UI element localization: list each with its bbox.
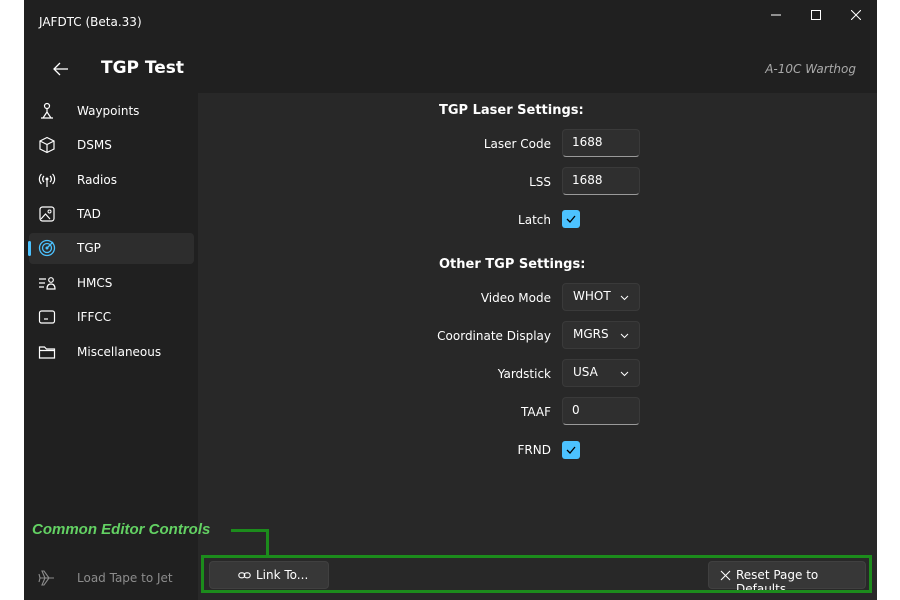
app-window: JAFDTC (Beta.33) TGP Test A-10C Warthog … <box>24 0 877 600</box>
annotation-label: Common Editor Controls <box>32 521 211 538</box>
latch-checkbox[interactable] <box>562 210 580 228</box>
sidebar-item-miscellaneous[interactable]: Miscellaneous <box>29 337 194 368</box>
folder-icon <box>38 346 56 359</box>
display-icon <box>38 310 56 324</box>
image-icon <box>39 206 55 222</box>
taaf-field[interactable]: 0 <box>562 397 640 425</box>
lss-field[interactable]: 1688 <box>562 167 640 195</box>
airplane-icon <box>38 570 54 586</box>
antenna-icon <box>38 173 56 187</box>
sidebar-item-iffcc[interactable]: IFFCC <box>29 302 194 333</box>
maximize-icon <box>811 10 821 20</box>
coordinate-display-value: MGRS <box>573 327 609 341</box>
minimize-icon <box>771 14 781 16</box>
yardstick-value: USA <box>573 365 598 379</box>
sidebar-item-dsms[interactable]: DSMS <box>29 130 194 161</box>
coordinate-display-label: Coordinate Display <box>437 329 551 343</box>
page-title: TGP Test <box>101 58 185 78</box>
sidebar-item-radios[interactable]: Radios <box>29 165 194 196</box>
app-title: JAFDTC (Beta.33) <box>39 15 142 29</box>
taaf-label: TAAF <box>520 405 551 419</box>
sidebar-item-label: Waypoints <box>77 104 140 118</box>
selection-indicator <box>28 241 31 256</box>
target-icon <box>38 239 56 257</box>
sidebar-item-label: Miscellaneous <box>77 345 162 359</box>
annotation-connector <box>231 529 269 532</box>
waypoint-person-icon <box>41 102 53 119</box>
sidebar-item-tgp[interactable]: TGP <box>28 233 194 264</box>
sidebar-item-label: IFFCC <box>77 310 112 324</box>
back-arrow-icon <box>53 62 68 76</box>
chevron-down-icon <box>620 295 629 301</box>
yardstick-label: Yardstick <box>497 367 551 381</box>
other-section-title: Other TGP Settings: <box>439 257 586 272</box>
video-mode-label: Video Mode <box>480 291 551 305</box>
sidebar-item-tad[interactable]: TAD <box>29 199 194 230</box>
sidebar-item-waypoints[interactable]: Waypoints <box>29 96 194 127</box>
back-button[interactable] <box>48 56 74 82</box>
sidebar-item-label: Radios <box>77 173 117 187</box>
laser-code-field[interactable]: 1688 <box>562 129 640 157</box>
laser-section-title: TGP Laser Settings: <box>439 103 584 118</box>
check-icon <box>566 215 576 223</box>
laser-code-label: Laser Code <box>483 137 551 151</box>
sidebar-item-hmcs[interactable]: HMCS <box>29 268 194 299</box>
check-icon <box>566 446 576 454</box>
yardstick-dropdown[interactable]: USA <box>562 359 640 387</box>
airframe-label: A-10C Warthog <box>765 62 856 76</box>
sidebar-item-label: TAD <box>77 207 101 221</box>
sidebar-item-label: TGP <box>77 241 101 255</box>
tgp-editor-panel: TGP Laser Settings: Laser Code 1688 LSS … <box>198 93 877 600</box>
video-mode-dropdown[interactable]: WHOT <box>562 283 640 311</box>
minimize-button[interactable] <box>756 4 796 26</box>
sidebar-item-label: HMCS <box>77 276 113 290</box>
frnd-label: FRND <box>517 443 551 457</box>
video-mode-value: WHOT <box>573 289 611 303</box>
annotation-highlight-box <box>201 555 872 593</box>
chevron-down-icon <box>620 333 629 339</box>
list-person-icon <box>39 277 56 290</box>
sidebar-item-label: DSMS <box>77 138 112 152</box>
frnd-checkbox[interactable] <box>562 441 580 459</box>
coordinate-display-dropdown[interactable]: MGRS <box>562 321 640 349</box>
title-bar: JAFDTC (Beta.33) <box>24 0 877 44</box>
maximize-button[interactable] <box>796 4 836 26</box>
chevron-down-icon <box>620 371 629 377</box>
close-icon <box>851 10 861 20</box>
load-tape-button[interactable]: Load Tape to Jet <box>29 563 194 594</box>
cube-icon <box>39 136 55 154</box>
annotation-connector <box>266 529 269 557</box>
close-button[interactable] <box>836 4 876 26</box>
load-tape-label: Load Tape to Jet <box>77 571 173 585</box>
latch-label: Latch <box>518 213 551 227</box>
lss-label: LSS <box>529 175 551 189</box>
